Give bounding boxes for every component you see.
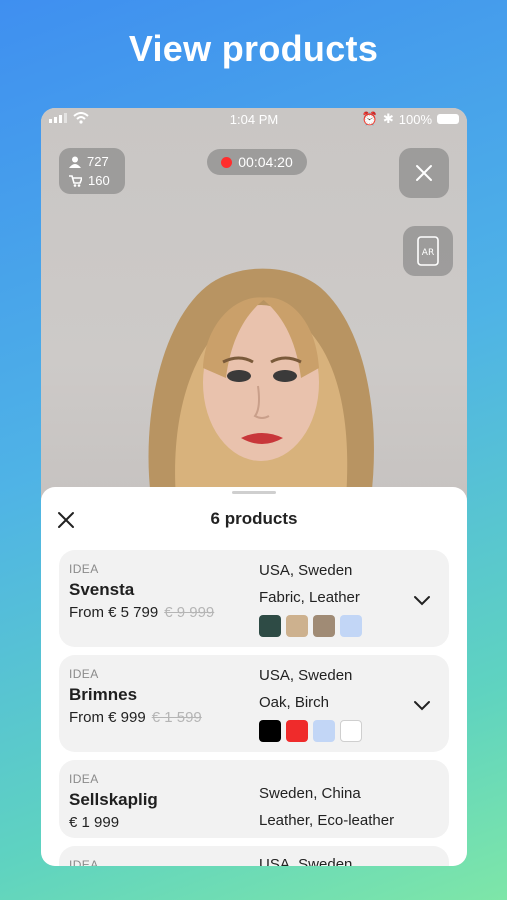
product-price: From € 5 799: [69, 604, 159, 621]
color-swatch[interactable]: [340, 615, 362, 637]
product-origin: USA, Sweden: [259, 856, 353, 866]
product-brand: IDEA: [69, 667, 99, 681]
product-brand: IDEA: [69, 562, 99, 576]
product-material: Oak, Birch: [259, 694, 330, 711]
color-swatch[interactable]: [313, 720, 335, 742]
color-swatches: [259, 615, 362, 637]
viewers-count: 727: [87, 154, 109, 169]
cart-row: 160: [69, 173, 110, 188]
status-bar: 1:04 PM ⏰ ✱ 100%: [41, 108, 467, 130]
color-swatch[interactable]: [259, 615, 281, 637]
color-swatches: [259, 720, 362, 742]
user-icon: [69, 156, 81, 168]
product-brand: IDEA: [69, 772, 99, 786]
cart-icon: [69, 174, 82, 187]
close-stream-button[interactable]: [399, 148, 449, 198]
headline: View products: [128, 28, 379, 69]
sheet-title: 6 products: [210, 509, 298, 528]
chevron-down-icon[interactable]: [412, 695, 432, 715]
color-swatch[interactable]: [286, 720, 308, 742]
product-price-row: From € 5 799 € 9 999: [69, 604, 214, 621]
product-card[interactable]: IDEA Sellskaplig € 1 999 Sweden, China L…: [59, 760, 449, 838]
color-swatch[interactable]: [286, 615, 308, 637]
chevron-down-icon[interactable]: [412, 590, 432, 610]
alarm-icon: ⏰: [361, 111, 378, 126]
phone-screen: 1:04 PM ⏰ ✱ 100% 727 160 00:04:20 AR 6 p…: [41, 108, 467, 866]
product-card[interactable]: IDEA Svensta From € 5 799 € 9 999 USA, Sw…: [59, 550, 449, 647]
bluetooth-icon: ✱: [382, 111, 394, 126]
product-price: From € 999: [69, 709, 146, 726]
product-price: € 1 999: [69, 814, 120, 831]
product-name: Svensta: [69, 580, 135, 599]
product-material: Leather, Eco-leather: [259, 812, 395, 829]
ar-label: AR: [422, 248, 434, 258]
ar-icon: AR: [417, 236, 439, 266]
viewers-row: 727: [69, 154, 109, 169]
color-swatch[interactable]: [259, 720, 281, 742]
product-origin: USA, Sweden: [259, 562, 353, 579]
battery-icon: [437, 114, 459, 124]
ar-button[interactable]: AR: [403, 226, 453, 276]
presenter-image: [148, 268, 374, 498]
color-swatch[interactable]: [340, 720, 362, 742]
product-name: Sellskaplig: [69, 790, 158, 809]
product-brand: IDEA: [69, 858, 99, 866]
product-card[interactable]: IDEA USA, Sweden: [59, 846, 449, 866]
product-card[interactable]: IDEA Brimnes From € 999 € 1 599 USA, Swed…: [59, 655, 449, 752]
close-icon: [416, 165, 432, 181]
cart-count: 160: [88, 173, 110, 188]
product-origin: Sweden, China: [259, 785, 361, 802]
record-dot-icon: [221, 156, 233, 168]
recording-timer: 00:04:20: [207, 149, 307, 175]
color-swatch[interactable]: [313, 615, 335, 637]
product-origin: USA, Sweden: [259, 667, 353, 684]
product-old-price: € 1 599: [151, 709, 202, 726]
product-old-price: € 9 999: [164, 604, 215, 621]
sheet-grabber[interactable]: [232, 491, 276, 494]
status-right: ⏰ ✱ 100%: [362, 111, 459, 127]
battery-text: 100%: [398, 111, 432, 127]
timer-text: 00:04:20: [238, 154, 293, 170]
live-stats: 727 160: [59, 148, 125, 194]
product-name: Brimnes: [69, 685, 138, 704]
product-price-row: From € 999 € 1 599: [69, 709, 202, 726]
product-material: Fabric, Leather: [259, 589, 360, 606]
products-sheet: 6 products IDEA Svensta From € 5 799 € 9 …: [41, 487, 467, 866]
